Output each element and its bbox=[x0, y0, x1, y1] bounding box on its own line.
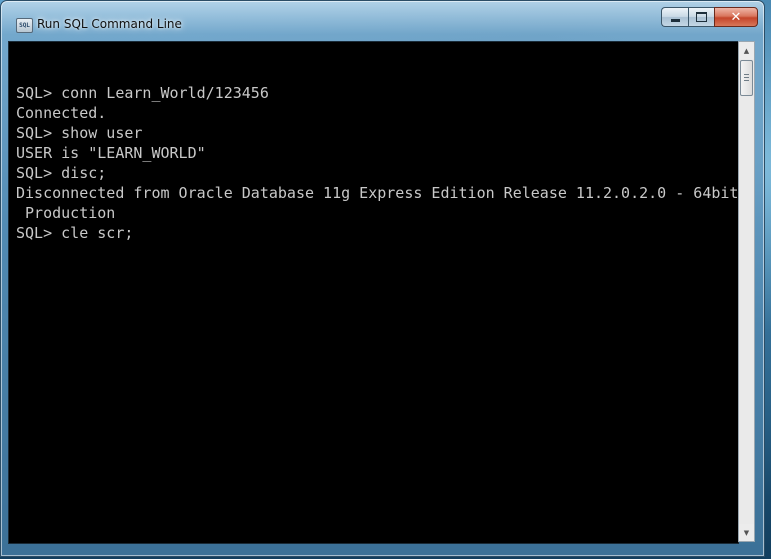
console-line: SQL> disc; bbox=[16, 164, 107, 182]
grip-line bbox=[744, 80, 749, 81]
scrollbar-thumb[interactable] bbox=[740, 60, 753, 96]
close-icon: ✕ bbox=[730, 9, 742, 25]
console-line: SQL> conn Learn_World/123456 bbox=[16, 84, 269, 102]
scroll-up-button[interactable]: ▲ bbox=[739, 42, 754, 59]
arrow-up-icon: ▲ bbox=[743, 46, 750, 55]
grip-line bbox=[744, 74, 749, 75]
scroll-down-button[interactable]: ▼ bbox=[739, 524, 754, 541]
close-button[interactable]: ✕ bbox=[714, 7, 758, 27]
sql-console-icon[interactable]: SQL bbox=[16, 18, 33, 33]
sql-command-line-window: SQL Run SQL Command Line ✕ SQL> conn Lea… bbox=[0, 0, 765, 557]
console-output-area[interactable]: SQL> conn Learn_World/123456 Connected. SQ… bbox=[8, 41, 739, 544]
arrow-down-icon: ▼ bbox=[743, 528, 750, 537]
console-line: Connected. bbox=[16, 104, 107, 122]
minimize-button[interactable] bbox=[661, 7, 688, 27]
minimize-icon bbox=[670, 19, 680, 22]
window-controls: ✕ bbox=[661, 7, 758, 27]
window-title: Run SQL Command Line bbox=[37, 17, 182, 31]
console-line: SQL> show user bbox=[16, 124, 143, 142]
maximize-button[interactable] bbox=[688, 7, 714, 27]
title-bar[interactable]: SQL Run SQL Command Line ✕ bbox=[1, 1, 764, 41]
maximize-icon bbox=[696, 12, 707, 22]
console-lines: SQL> conn Learn_World/123456 Connected. SQ… bbox=[16, 63, 738, 243]
console-line: Production bbox=[16, 204, 116, 222]
console-line: SQL> cle scr; bbox=[16, 224, 134, 242]
grip-line bbox=[744, 77, 749, 78]
console-line: Disconnected from Oracle Database 11g Ex… bbox=[16, 184, 739, 202]
console-line: USER is "LEARN_WORLD" bbox=[16, 144, 206, 162]
vertical-scrollbar[interactable]: ▲ ▼ bbox=[738, 41, 755, 542]
